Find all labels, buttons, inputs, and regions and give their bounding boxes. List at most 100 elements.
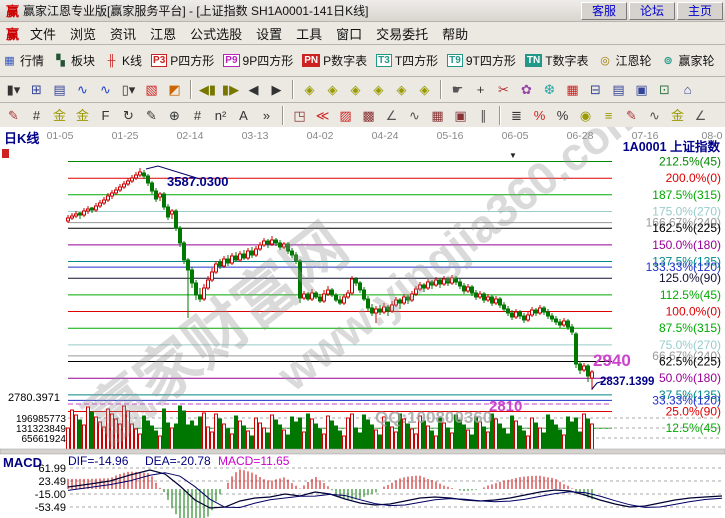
toolbar-item-p-number-table[interactable]: PNP数字表 <box>302 52 367 69</box>
info-board-icon[interactable]: ▤ <box>49 80 70 100</box>
percent-line-icon[interactable]: % <box>529 105 550 125</box>
window-split-icon[interactable]: ⊞ <box>26 80 47 100</box>
zoom-tool-2-icon[interactable]: ◈ <box>322 80 343 100</box>
percent-icon[interactable]: % <box>552 105 573 125</box>
next-bar-icon[interactable]: ▶ <box>266 80 287 100</box>
save-icon[interactable]: ▣ <box>631 80 652 100</box>
prev-bar-icon[interactable]: ◀ <box>243 80 264 100</box>
trend-chart-9-icon[interactable]: ∿ <box>95 80 116 100</box>
wave-line-icon[interactable]: ∿ <box>404 105 425 125</box>
toolbar-item-sectors[interactable]: ▚板块 <box>53 52 95 69</box>
hand-tool-icon[interactable]: ☛ <box>447 80 468 100</box>
grid-box-icon[interactable]: ▣ <box>450 105 471 125</box>
toolbar-item-t-square[interactable]: T3T四方形 <box>376 52 438 69</box>
sectors-label: 板块 <box>71 52 95 69</box>
kline-chart-svg[interactable]: 01-0501-2502-1403-1304-0204-2405-1606-05… <box>0 127 725 518</box>
zoom-tool-3-icon[interactable]: ◈ <box>345 80 366 100</box>
candle-body-22 <box>155 191 158 199</box>
volume-bar-122 <box>555 425 558 450</box>
mark-pen-icon[interactable]: ✎ <box>141 105 162 125</box>
toolbar-item-kline[interactable]: ╫K线 <box>104 52 142 69</box>
draw-pen-icon[interactable]: ✎ <box>3 105 24 125</box>
menu-item-9[interactable]: 帮助 <box>435 22 475 45</box>
zoom-tool-5-icon[interactable]: ◈ <box>391 80 412 100</box>
gold-wave-icon[interactable]: ∿ <box>644 105 665 125</box>
analysis-tool-icon[interactable]: ❆ <box>539 80 560 100</box>
last-bar-icon[interactable]: ▮▶ <box>220 80 241 100</box>
system-icon[interactable]: ⌂ <box>677 80 698 100</box>
first-bar-icon[interactable]: ◀▮ <box>197 80 218 100</box>
chart-area[interactable]: 01-0501-2502-1403-1304-0204-2405-1606-05… <box>0 127 725 518</box>
zoom-tool-6-icon[interactable]: ◈ <box>414 80 435 100</box>
more-tools-icon[interactable]: » <box>256 105 277 125</box>
kline-period-dropdown-icon[interactable]: ▮▾ <box>3 80 24 100</box>
zoom-tool-1-icon[interactable]: ◈ <box>299 80 320 100</box>
parallel-lines-icon[interactable]: ∥ <box>473 105 494 125</box>
gold-pen-icon[interactable]: ✎ <box>621 105 642 125</box>
cut-tool-icon[interactable]: ✂ <box>493 80 514 100</box>
stat-bars-icon[interactable]: ≣ <box>506 105 527 125</box>
gann-fan-icon[interactable]: ≪ <box>312 105 333 125</box>
toolbar-item-yingjia-wheel[interactable]: ⊚赢家轮 <box>661 52 715 69</box>
toolbar-item-9t-square[interactable]: T99T四方形 <box>447 52 516 69</box>
ladder-icon[interactable]: # <box>26 105 47 125</box>
toolbar-item-9p-square[interactable]: P99P四方形 <box>223 52 293 69</box>
menu-item-0[interactable]: 文件 <box>23 22 63 45</box>
toolbar-item-p-square[interactable]: P3P四方形 <box>151 52 214 69</box>
text-tool-icon[interactable]: A <box>233 105 254 125</box>
date-label-7: 06-05 <box>502 130 529 142</box>
candle-body-4 <box>83 211 86 215</box>
gold-ladder-2-icon[interactable]: 金 <box>72 105 93 125</box>
t-square-label: T四方形 <box>395 52 438 69</box>
candle-body-25 <box>167 207 170 217</box>
menu-item-3[interactable]: 江恩 <box>143 22 183 45</box>
crosshair-tool-icon[interactable]: + <box>470 80 491 100</box>
f-ladder-icon[interactable]: F <box>95 105 116 125</box>
menu-item-2[interactable]: 资讯 <box>103 22 143 45</box>
fan-grid-icon[interactable]: ▩ <box>358 105 379 125</box>
candle-body-40 <box>227 259 230 263</box>
candle-body-18 <box>139 172 142 175</box>
gann-box-icon[interactable]: ◳ <box>289 105 310 125</box>
grid-dense-icon[interactable]: ▦ <box>427 105 448 125</box>
toolbar-item-quotes[interactable]: ▦行情 <box>2 52 44 69</box>
fan-box-icon[interactable]: ▨ <box>335 105 356 125</box>
toolbar-item-t-number-table[interactable]: TNT数字表 <box>525 52 589 69</box>
gold-ladder-1-icon[interactable]: 金 <box>49 105 70 125</box>
gold-circle-icon[interactable]: ◉ <box>575 105 596 125</box>
angle-tool-icon[interactable]: ∠ <box>690 105 711 125</box>
menu-item-5[interactable]: 设置 <box>249 22 289 45</box>
candle-body-128 <box>579 364 582 370</box>
forum-button[interactable]: 论坛 <box>629 2 675 20</box>
gold-lines-icon[interactable]: ≡ <box>598 105 619 125</box>
pattern-tool-icon[interactable]: ▧ <box>141 80 162 100</box>
notes-icon[interactable]: ▤ <box>608 80 629 100</box>
grid-tool-icon[interactable]: # <box>187 105 208 125</box>
menu-item-4[interactable]: 公式选股 <box>183 22 249 45</box>
home-button[interactable]: 主页 <box>677 2 723 20</box>
customer-service-button[interactable]: 客服 <box>581 2 627 20</box>
time-cycle-icon[interactable]: ⊕ <box>164 105 185 125</box>
shape-tool-icon[interactable]: ✿ <box>516 80 537 100</box>
zoom-tool-4-icon[interactable]: ◈ <box>368 80 389 100</box>
volume-bar-66 <box>331 421 334 450</box>
candle-body-109 <box>503 305 506 309</box>
candle-body-101 <box>471 287 474 293</box>
angle-line-icon[interactable]: ∠ <box>381 105 402 125</box>
calendar-icon[interactable]: ▦ <box>562 80 583 100</box>
menu-item-6[interactable]: 工具 <box>289 22 329 45</box>
menu-item-1[interactable]: 浏览 <box>63 22 103 45</box>
color-chart-icon[interactable]: ◩ <box>164 80 185 100</box>
n-square-icon[interactable]: n² <box>210 105 231 125</box>
date-label-0: 01-05 <box>47 130 74 142</box>
export-icon[interactable]: ⊡ <box>654 80 675 100</box>
toolbar-item-gann-wheel[interactable]: ◎江恩轮 <box>598 52 652 69</box>
candle-style-dropdown-icon[interactable]: ▯▾ <box>118 80 139 100</box>
menu-item-8[interactable]: 交易委托 <box>369 22 435 45</box>
spiral-icon[interactable]: ↻ <box>118 105 139 125</box>
gold-section-icon[interactable]: 金 <box>667 105 688 125</box>
gann-line-label-5: 162.5%(225) <box>652 221 721 235</box>
calculator-icon[interactable]: ⊟ <box>585 80 606 100</box>
trend-chart-icon[interactable]: ∿ <box>72 80 93 100</box>
menu-item-7[interactable]: 窗口 <box>329 22 369 45</box>
